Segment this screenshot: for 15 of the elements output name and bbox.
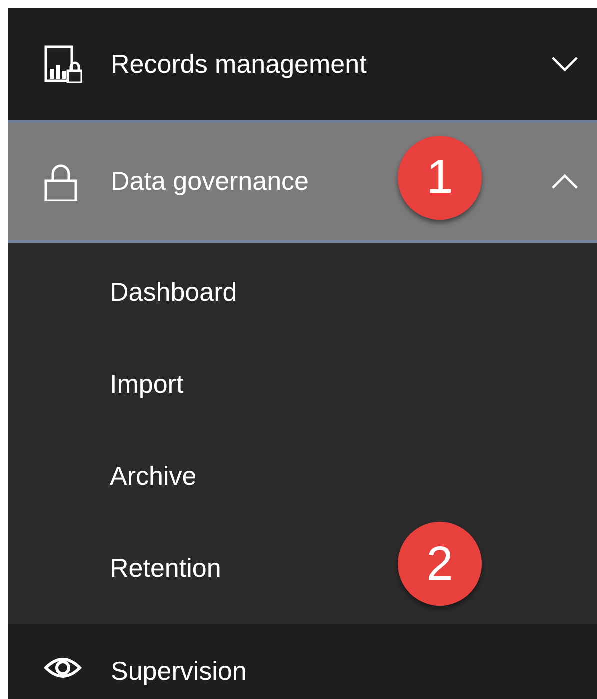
nav-item[interactable]: Data governance 1 <box>8 120 597 243</box>
step-badge: 1 <box>398 136 482 220</box>
nav-item[interactable]: Supervision <box>8 624 597 699</box>
submenu-item[interactable]: Retention <box>110 552 222 584</box>
submenu-item[interactable]: Archive <box>110 460 197 492</box>
step-badge: 2 <box>398 522 482 606</box>
nav-label: Supervision <box>111 656 247 687</box>
nav-label: Records management <box>111 48 367 80</box>
chevron-up-icon[interactable] <box>551 173 579 190</box>
nav-item[interactable]: Records management <box>8 8 597 120</box>
chevron-down-icon[interactable] <box>551 56 579 72</box>
nav-label: Data governance <box>111 166 310 197</box>
submenu-item[interactable]: Dashboard <box>110 276 238 308</box>
records-icon <box>44 45 82 83</box>
submenu-item[interactable]: Import <box>110 368 184 400</box>
